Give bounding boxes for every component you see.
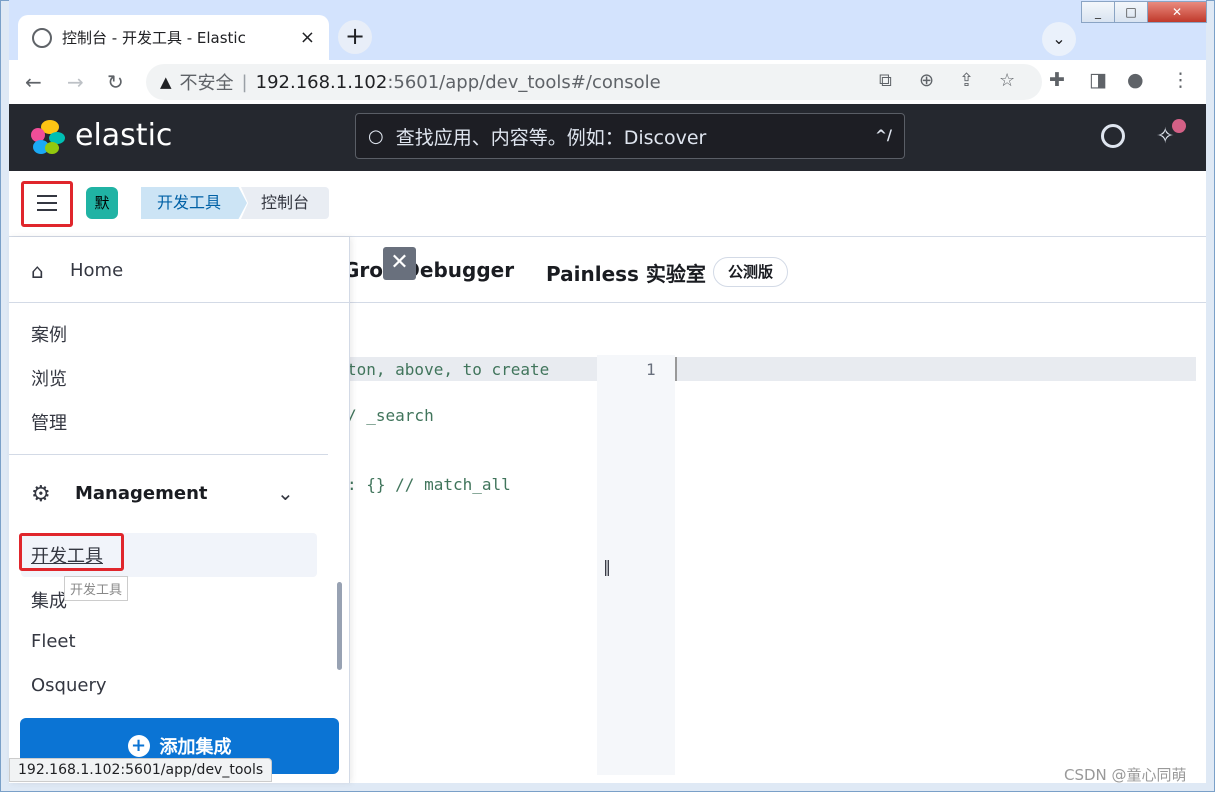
- search-icon: ○: [368, 125, 384, 147]
- url-separator: |: [241, 71, 248, 93]
- menu-line: [37, 195, 57, 197]
- url-path: :5601/app/dev_tools#/console: [387, 71, 661, 93]
- bookmark-star-icon[interactable]: ☆: [999, 70, 1015, 91]
- maximize-button[interactable]: □: [1114, 1, 1148, 23]
- tab-strip: 控制台 - 开发工具 - Elastic × + ⌄: [9, 0, 1206, 60]
- nav-item-fleet[interactable]: Fleet: [31, 631, 76, 652]
- side-panel-icon[interactable]: ◨: [1089, 69, 1107, 91]
- browser-toolbar: ← → ↻ ▲ 不安全 | 192.168.1.102 :5601/app/de…: [9, 60, 1206, 104]
- nav-item-browse[interactable]: 浏览: [31, 365, 67, 391]
- url-host: 192.168.1.102: [255, 71, 388, 93]
- breadcrumb-console: 控制台: [241, 187, 329, 219]
- tab-grok-debugger[interactable]: Grok Debugger: [343, 258, 514, 282]
- browser-tab[interactable]: 控制台 - 开发工具 - Elastic ×: [18, 15, 329, 60]
- tab-close-icon[interactable]: ×: [300, 27, 315, 48]
- help-lifebuoy-icon[interactable]: [1101, 124, 1125, 148]
- nav-menu-button[interactable]: [21, 181, 73, 227]
- plus-circle-icon: +: [127, 735, 150, 757]
- menu-line: [37, 209, 57, 211]
- search-shortcut: ^/: [875, 128, 892, 144]
- brand-name[interactable]: elastic: [75, 118, 172, 153]
- beta-badge: 公测版: [713, 257, 789, 287]
- nav-scrollbar[interactable]: [337, 582, 342, 670]
- line-number: 1: [646, 360, 656, 379]
- code-line: ton, above, to create: [347, 360, 550, 379]
- nav-item-cases[interactable]: 案例: [31, 321, 67, 347]
- more-menu-icon[interactable]: ⋮: [1171, 69, 1190, 91]
- code-line: / _search: [347, 406, 434, 425]
- menu-line: [37, 202, 57, 204]
- nav-item-integrations[interactable]: 集成: [31, 587, 67, 613]
- space-avatar[interactable]: 默: [86, 187, 118, 219]
- panel-resizer[interactable]: ‖: [603, 557, 611, 576]
- status-bar-url: 192.168.1.102:5601/app/dev_tools: [9, 758, 273, 782]
- forward-arrow-icon[interactable]: →: [67, 70, 84, 94]
- tab-painless-lab[interactable]: Painless 实验室: [546, 258, 706, 287]
- tab-title: 控制台 - 开发工具 - Elastic: [62, 29, 246, 47]
- close-nav-icon[interactable]: ✕: [383, 247, 416, 280]
- extensions-puzzle-icon[interactable]: ✚: [1049, 69, 1065, 91]
- new-tab-button[interactable]: +: [338, 20, 372, 54]
- response-editor[interactable]: [675, 355, 1196, 775]
- code-line: : {} // match_all: [347, 475, 511, 494]
- kibana-header: elastic ○ 查找应用、内容等。例如：Discover ^/ ✧: [9, 104, 1206, 171]
- chevron-down-icon[interactable]: ⌄: [277, 481, 294, 505]
- translate-icon[interactable]: ⧉: [879, 70, 892, 91]
- nav-divider: [9, 454, 328, 455]
- add-integrations-label: 添加集成: [159, 737, 232, 758]
- warning-icon: ▲: [160, 73, 172, 91]
- profile-avatar-icon[interactable]: ●: [1127, 69, 1144, 91]
- elastic-favicon-icon: [32, 27, 52, 48]
- address-bar[interactable]: ▲ 不安全 | 192.168.1.102 :5601/app/dev_tool…: [146, 64, 1042, 100]
- active-line-right: [675, 357, 1196, 381]
- news-notification-dot: [1172, 119, 1186, 133]
- close-window-button[interactable]: ✕: [1147, 1, 1207, 23]
- insecure-label: 不安全: [179, 73, 234, 94]
- home-icon: ⌂: [31, 259, 44, 283]
- nav-item-manage[interactable]: 管理: [31, 409, 67, 435]
- tooltip: 开发工具: [64, 576, 129, 601]
- window-controls: _ □ ✕: [1081, 1, 1207, 23]
- breadcrumb-dev-tools[interactable]: 开发工具: [141, 187, 247, 219]
- reload-icon[interactable]: ↻: [107, 70, 124, 94]
- response-gutter: [619, 355, 675, 775]
- elastic-logo-icon[interactable]: [31, 120, 65, 154]
- global-search-input[interactable]: ○ 查找应用、内容等。例如：Discover ^/: [355, 113, 905, 159]
- kibana-breadcrumb-bar: 默 开发工具 控制台: [9, 171, 1206, 237]
- nav-item-osquery[interactable]: Osquery: [31, 675, 107, 696]
- zoom-icon[interactable]: ⊕: [919, 70, 934, 91]
- side-navigation: ⌂ Home 案例 浏览 管理 ⚙ Management ⌄ 开发工具 集成 开…: [9, 237, 350, 783]
- tab-search-chevron-icon[interactable]: ⌄: [1042, 22, 1076, 56]
- nav-home-label: Home: [70, 260, 124, 281]
- minimize-button[interactable]: _: [1081, 1, 1115, 23]
- management-section-label[interactable]: Management: [75, 483, 208, 504]
- gear-icon: ⚙: [31, 482, 51, 507]
- watermark: CSDN @童心同萌: [1064, 766, 1187, 784]
- share-icon[interactable]: ⇪: [959, 70, 974, 91]
- back-arrow-icon[interactable]: ←: [25, 70, 42, 94]
- search-placeholder: 查找应用、内容等。例如：Discover: [395, 126, 707, 149]
- nav-item-dev-tools[interactable]: 开发工具: [31, 542, 103, 568]
- nav-home[interactable]: ⌂ Home: [9, 237, 350, 303]
